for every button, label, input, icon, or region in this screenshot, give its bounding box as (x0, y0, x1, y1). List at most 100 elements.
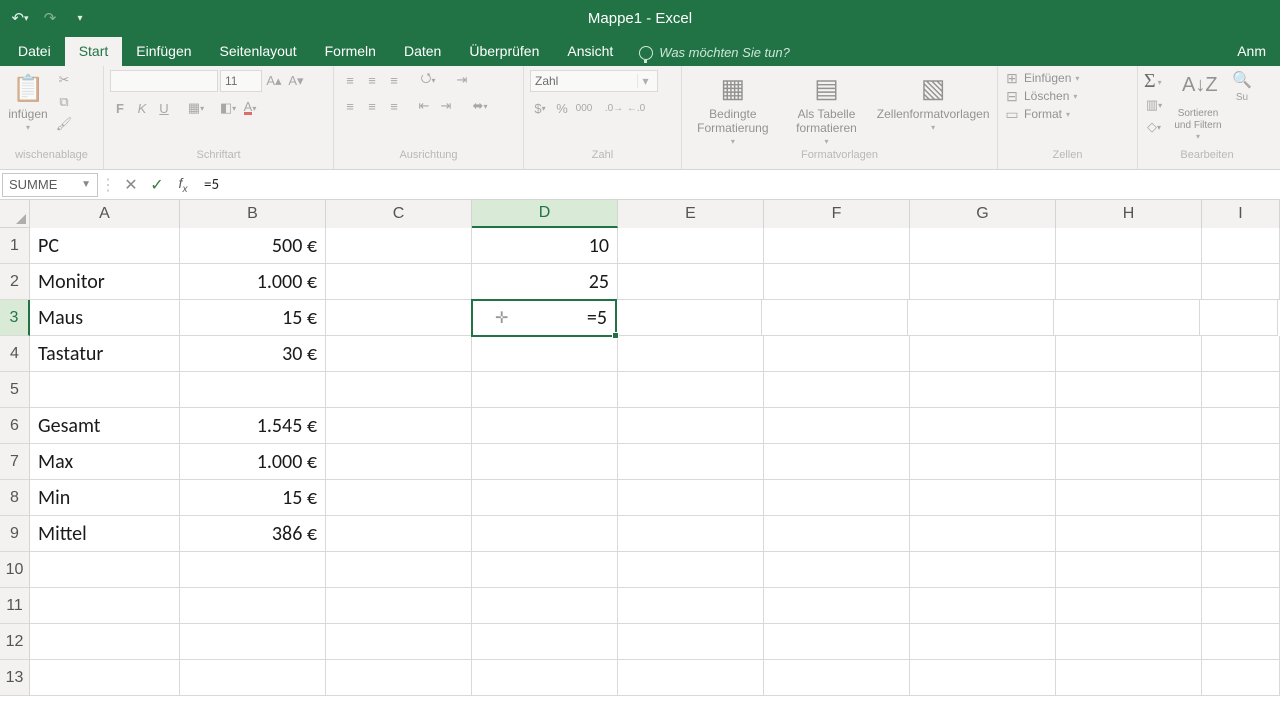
row-header-12[interactable]: 12 (0, 624, 30, 660)
redo-button[interactable]: ↷ (36, 4, 64, 32)
cell-E8[interactable] (618, 480, 764, 516)
cell-C4[interactable] (326, 336, 472, 372)
fill-handle[interactable] (612, 332, 619, 339)
row-header-9[interactable]: 9 (0, 516, 30, 552)
cell-G6[interactable] (910, 408, 1056, 444)
cell-H4[interactable] (1056, 336, 1202, 372)
cell-G9[interactable] (910, 516, 1056, 552)
wrap-text-button[interactable]: ⇥ (452, 70, 472, 90)
cell-E11[interactable] (618, 588, 764, 624)
tab-ueberpruefen[interactable]: Überprüfen (455, 37, 553, 66)
align-right-button[interactable]: ≡ (384, 96, 404, 116)
cell-B8[interactable]: 15 € (180, 480, 326, 516)
sign-in-link[interactable]: Anm (1223, 37, 1280, 66)
cell-H12[interactable] (1056, 624, 1202, 660)
tab-einfuegen[interactable]: Einfügen (122, 37, 205, 66)
cell-D4[interactable] (472, 336, 618, 372)
tab-formeln[interactable]: Formeln (311, 37, 390, 66)
cell-B5[interactable] (180, 372, 326, 408)
tab-start[interactable]: Start (65, 37, 123, 66)
align-bottom-button[interactable]: ≡ (384, 70, 404, 90)
cell-D6[interactable] (472, 408, 618, 444)
cell-styles-button[interactable]: ▧ Zellenformatvorlagen▾ (878, 70, 988, 132)
align-top-button[interactable]: ≡ (340, 70, 360, 90)
cell-B9[interactable]: 386 € (180, 516, 326, 552)
tab-daten[interactable]: Daten (390, 37, 455, 66)
italic-button[interactable]: K (132, 98, 152, 118)
row-header-6[interactable]: 6 (0, 408, 30, 444)
cell-I11[interactable] (1202, 588, 1280, 624)
decrease-decimal-button[interactable]: ←.0 (626, 98, 646, 118)
cell-C1[interactable] (326, 228, 472, 264)
cell-F11[interactable] (764, 588, 910, 624)
row-header-1[interactable]: 1 (0, 228, 30, 264)
cell-I13[interactable] (1202, 660, 1280, 696)
cell-E6[interactable] (618, 408, 764, 444)
decrease-font-button[interactable]: A▾ (286, 71, 306, 91)
cell-H1[interactable] (1056, 228, 1202, 264)
cell-E2[interactable] (618, 264, 764, 300)
cell-D11[interactable] (472, 588, 618, 624)
cell-F3[interactable] (762, 300, 908, 336)
column-header-H[interactable]: H (1056, 200, 1202, 228)
row-header-8[interactable]: 8 (0, 480, 30, 516)
font-size-combo[interactable] (220, 70, 262, 92)
borders-button[interactable]: ▦▾ (186, 98, 206, 118)
cell-B10[interactable] (180, 552, 326, 588)
cell-E7[interactable] (618, 444, 764, 480)
cell-C2[interactable] (326, 264, 472, 300)
cell-C8[interactable] (326, 480, 472, 516)
cell-H11[interactable] (1056, 588, 1202, 624)
cell-B3[interactable]: 15 € (180, 300, 326, 336)
cell-A12[interactable] (30, 624, 180, 660)
cell-D10[interactable] (472, 552, 618, 588)
cell-E13[interactable] (618, 660, 764, 696)
increase-indent-button[interactable]: ⇥ (436, 96, 456, 116)
insert-function-button[interactable]: fx (170, 175, 196, 195)
row-header-11[interactable]: 11 (0, 588, 30, 624)
cell-C11[interactable] (326, 588, 472, 624)
cell-I9[interactable] (1202, 516, 1280, 552)
cell-B6[interactable]: 1.545 € (180, 408, 326, 444)
row-header-3[interactable]: 3 (0, 300, 30, 336)
row-header-13[interactable]: 13 (0, 660, 30, 696)
cell-A3[interactable]: Maus (30, 300, 180, 336)
tab-datei[interactable]: Datei (4, 37, 65, 66)
cell-A4[interactable]: Tastatur (30, 336, 180, 372)
cell-E5[interactable] (618, 372, 764, 408)
cell-C10[interactable] (326, 552, 472, 588)
name-box[interactable]: SUMME ▼ (2, 173, 98, 197)
format-as-table-button[interactable]: ▤ Als Tabelle formatieren▾ (784, 70, 868, 146)
cell-I6[interactable] (1202, 408, 1280, 444)
align-middle-button[interactable]: ≡ (362, 70, 382, 90)
cell-A11[interactable] (30, 588, 180, 624)
cell-D1[interactable]: 10 (472, 228, 618, 264)
cell-G12[interactable] (910, 624, 1056, 660)
cell-F10[interactable] (764, 552, 910, 588)
cell-D12[interactable] (472, 624, 618, 660)
cell-G7[interactable] (910, 444, 1056, 480)
cell-H5[interactable] (1056, 372, 1202, 408)
copy-button[interactable]: ⧉ (54, 92, 74, 112)
cell-C9[interactable] (326, 516, 472, 552)
cell-C7[interactable] (326, 444, 472, 480)
column-header-A[interactable]: A (30, 200, 180, 228)
accounting-format-button[interactable]: $▾ (530, 98, 550, 118)
row-header-10[interactable]: 10 (0, 552, 30, 588)
cell-G8[interactable] (910, 480, 1056, 516)
cell-F12[interactable] (764, 624, 910, 660)
column-header-F[interactable]: F (764, 200, 910, 228)
cell-H2[interactable] (1056, 264, 1202, 300)
cell-B12[interactable] (180, 624, 326, 660)
cell-H3[interactable] (1054, 300, 1200, 336)
cell-B4[interactable]: 30 € (180, 336, 326, 372)
cell-E9[interactable] (618, 516, 764, 552)
cell-F9[interactable] (764, 516, 910, 552)
formula-input[interactable]: =5 (196, 176, 1280, 194)
row-header-7[interactable]: 7 (0, 444, 30, 480)
cancel-formula-button[interactable]: ✕ (118, 175, 144, 195)
cell-I3[interactable] (1200, 300, 1278, 336)
format-painter-button[interactable]: 🖌 (54, 114, 74, 134)
cell-C6[interactable] (326, 408, 472, 444)
percent-format-button[interactable]: % (552, 98, 572, 118)
